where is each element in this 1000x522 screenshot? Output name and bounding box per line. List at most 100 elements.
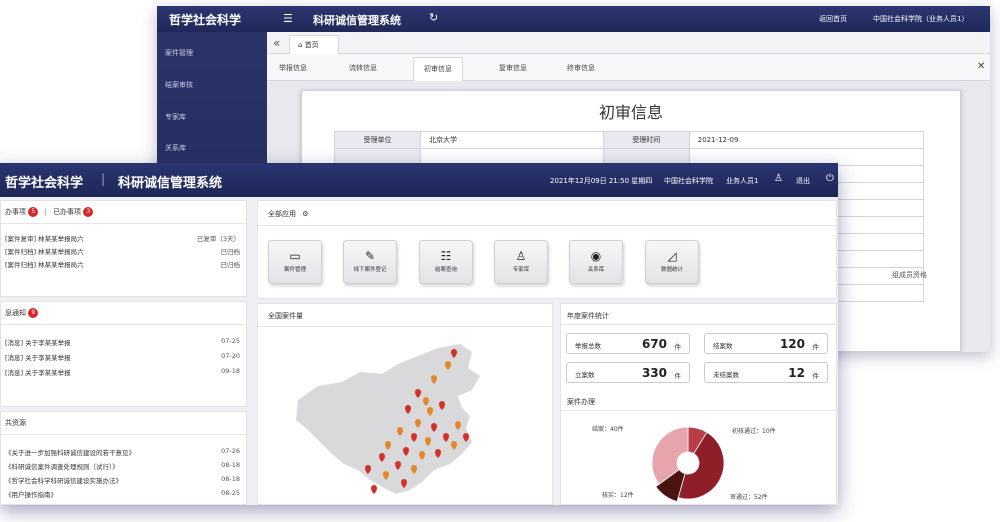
- message-item-meta: 09-18: [221, 367, 240, 375]
- tab-pending[interactable]: 办事项: [5, 208, 26, 216]
- app-label: 线下案件登记: [353, 267, 387, 273]
- case-pie-chart: 初核通过：10件审通过：52件 核实：12件 结案：40件: [592, 425, 776, 502]
- sidebar-item-expert-library[interactable]: 专家库: [165, 112, 186, 122]
- todo-item[interactable]: [案件归档] 林某某举报局六 已归档: [5, 246, 240, 256]
- table-value-cell: 2021-12-09: [688, 131, 925, 149]
- app-button[interactable]: ☷ 结案查询: [419, 240, 473, 284]
- app-icon: ♙: [515, 249, 527, 263]
- table-cell-snippet: 组成员资格: [892, 271, 927, 279]
- stat-value: 670: [641, 337, 667, 351]
- todo-item-meta: 已归档: [220, 261, 241, 269]
- settings-icon[interactable]: ⚙: [302, 210, 308, 218]
- stat-value: 12: [788, 366, 805, 380]
- messages-count-badge: 9: [28, 308, 39, 318]
- tab-report-info[interactable]: 举报信息: [279, 63, 307, 73]
- tab-final-review[interactable]: 终审信息: [567, 63, 595, 73]
- app-icon: ◿: [667, 249, 677, 263]
- resource-item-text: 《科研诚信案件调查处理规则（试行）》: [5, 463, 119, 471]
- power-icon[interactable]: ⏻: [826, 173, 834, 184]
- front-header: 哲学社会科学 | 科研诚信管理系统 2021年12月09日 21:50 星期四 …: [0, 163, 838, 197]
- message-item-meta: 07-25: [221, 337, 240, 345]
- back-sub-tabs: 举报信息 流转信息 初审信息 复审信息 终审信息 ✕: [267, 54, 990, 81]
- china-map: [296, 344, 480, 494]
- todo-panel: 办事项 5 | 已办事项 3 [案件复审] 林某某举报局六 已复审（3天） [案件归…: [0, 200, 247, 297]
- messages-title: 息通知 9: [5, 308, 39, 318]
- app-button[interactable]: ✎ 线下案件登记: [343, 240, 397, 284]
- stat-label: 举报总数: [575, 342, 601, 350]
- app-button[interactable]: ◉ 关系库: [569, 240, 623, 284]
- stat-unit: 件: [812, 343, 820, 351]
- apps-title-text: 全部应用: [268, 210, 296, 218]
- app-icon: ✎: [364, 249, 376, 263]
- table-value-cell: 北京大学: [420, 131, 604, 149]
- stat-unit: 件: [812, 372, 820, 380]
- user-label: 业务人员1: [726, 177, 759, 185]
- home-icon: ⌂: [298, 41, 303, 49]
- resource-item-text: 《关于进一步加强科研诚信建设的若干意见》: [5, 449, 135, 457]
- resource-item-meta: 08-18: [221, 461, 240, 469]
- todo-item-text: [案件复审] 林某某举报局六: [5, 235, 84, 243]
- done-count-badge: 3: [83, 207, 94, 217]
- tab-second-review[interactable]: 复审信息: [499, 63, 527, 73]
- resource-item[interactable]: 《科研诚信案件调查处理规则（试行）》 08-18: [5, 461, 240, 471]
- sidebar-item-closure-review[interactable]: 结案审核: [165, 80, 193, 90]
- apps-title: 全部应用 ⚙: [268, 209, 309, 219]
- front-brand: 哲学社会科学: [5, 176, 84, 191]
- tab-flow-info[interactable]: 流转信息: [349, 63, 377, 73]
- message-item[interactable]: [消息] 关于李某某举报 09-18: [5, 367, 240, 377]
- stat-card: 举报总数 670 件: [566, 333, 690, 354]
- messages-title-text: 息通知: [5, 309, 26, 317]
- divider: [561, 324, 836, 325]
- tab-done[interactable]: 已办事项: [53, 208, 81, 216]
- refresh-icon[interactable]: ↻: [429, 11, 438, 24]
- resource-item-meta: 07-26: [221, 447, 240, 455]
- divider: [258, 225, 836, 226]
- table-label-cell: 受理单位: [334, 131, 421, 149]
- pie-label: 初核通过：10件: [732, 427, 776, 435]
- menu-icon[interactable]: ☰: [283, 12, 293, 25]
- divider: [1, 223, 246, 224]
- back-brand: 哲学社会科学: [169, 13, 242, 27]
- todo-item[interactable]: [案件归档] 林某某举报局六 已归档: [5, 259, 240, 269]
- message-item[interactable]: [消息] 关于李某某举报 07-25: [5, 337, 240, 347]
- app-button[interactable]: ▭ 案件管理: [268, 240, 322, 284]
- sidebar-item-relation-library[interactable]: 关系库: [165, 143, 186, 153]
- stat-card: 立案数 330 件: [566, 362, 690, 383]
- front-system-title: 科研诚信管理系统: [118, 176, 223, 191]
- stat-value: 330: [641, 366, 667, 380]
- stat-unit: 件: [674, 372, 682, 380]
- app-button[interactable]: ◿ 数据统计: [645, 240, 699, 284]
- tab-initial-review[interactable]: 初审信息: [413, 57, 463, 81]
- stat-label: 结案数: [713, 342, 733, 350]
- todo-item[interactable]: [案件复审] 林某某举报局六 已复审（3天）: [5, 233, 240, 243]
- home-link[interactable]: 返回首页: [819, 14, 847, 24]
- close-icon[interactable]: ✕: [977, 61, 985, 72]
- app-label: 关系库: [587, 267, 605, 273]
- scroll-left-icon[interactable]: «: [273, 36, 280, 50]
- map-marker-icon[interactable]: [371, 485, 377, 494]
- resource-item-meta: 08-25: [221, 489, 240, 497]
- message-item[interactable]: [消息] 关于李某某举报 07-20: [5, 352, 240, 362]
- tab-home[interactable]: ⌂ 首页: [289, 35, 339, 54]
- logout-link[interactable]: 退出: [796, 176, 810, 186]
- app-label: 数据统计: [660, 267, 683, 273]
- pie-label: 结案：40件: [592, 425, 624, 433]
- back-tab-bar: « ⌂ 首页 » ⌄: [267, 32, 990, 54]
- app-button[interactable]: ♙ 专家库: [494, 240, 548, 284]
- table-label-cell: 受理时间: [602, 131, 690, 149]
- resource-item[interactable]: 《关于进一步加强科研诚信建设的若干意见》 07-26: [5, 447, 240, 457]
- resource-item-text: 《哲学社会科学科研诚信建设实施办法》: [5, 477, 122, 485]
- back-system-title: 科研诚信管理系统: [313, 14, 401, 27]
- stat-label: 立案数: [575, 371, 595, 379]
- stat-unit: 件: [674, 343, 682, 351]
- stat-value: 120: [779, 337, 805, 351]
- pie-label: 核实：12件: [602, 491, 634, 499]
- user-icon[interactable]: ♙: [774, 173, 783, 184]
- back-page-title: 初审信息: [598, 103, 663, 122]
- message-item-text: [消息] 关于李某某举报: [5, 369, 71, 377]
- resource-item[interactable]: 《哲学社会科学科研诚信建设实施办法》 08-18: [5, 475, 240, 485]
- app-icon: ☷: [440, 249, 452, 263]
- resource-item[interactable]: 《用户操作指南》 08-25: [5, 489, 240, 499]
- sidebar-item-case-management[interactable]: 案件管理: [165, 48, 193, 58]
- back-user-label: 中国社会科学院（业务人员1）: [873, 15, 969, 23]
